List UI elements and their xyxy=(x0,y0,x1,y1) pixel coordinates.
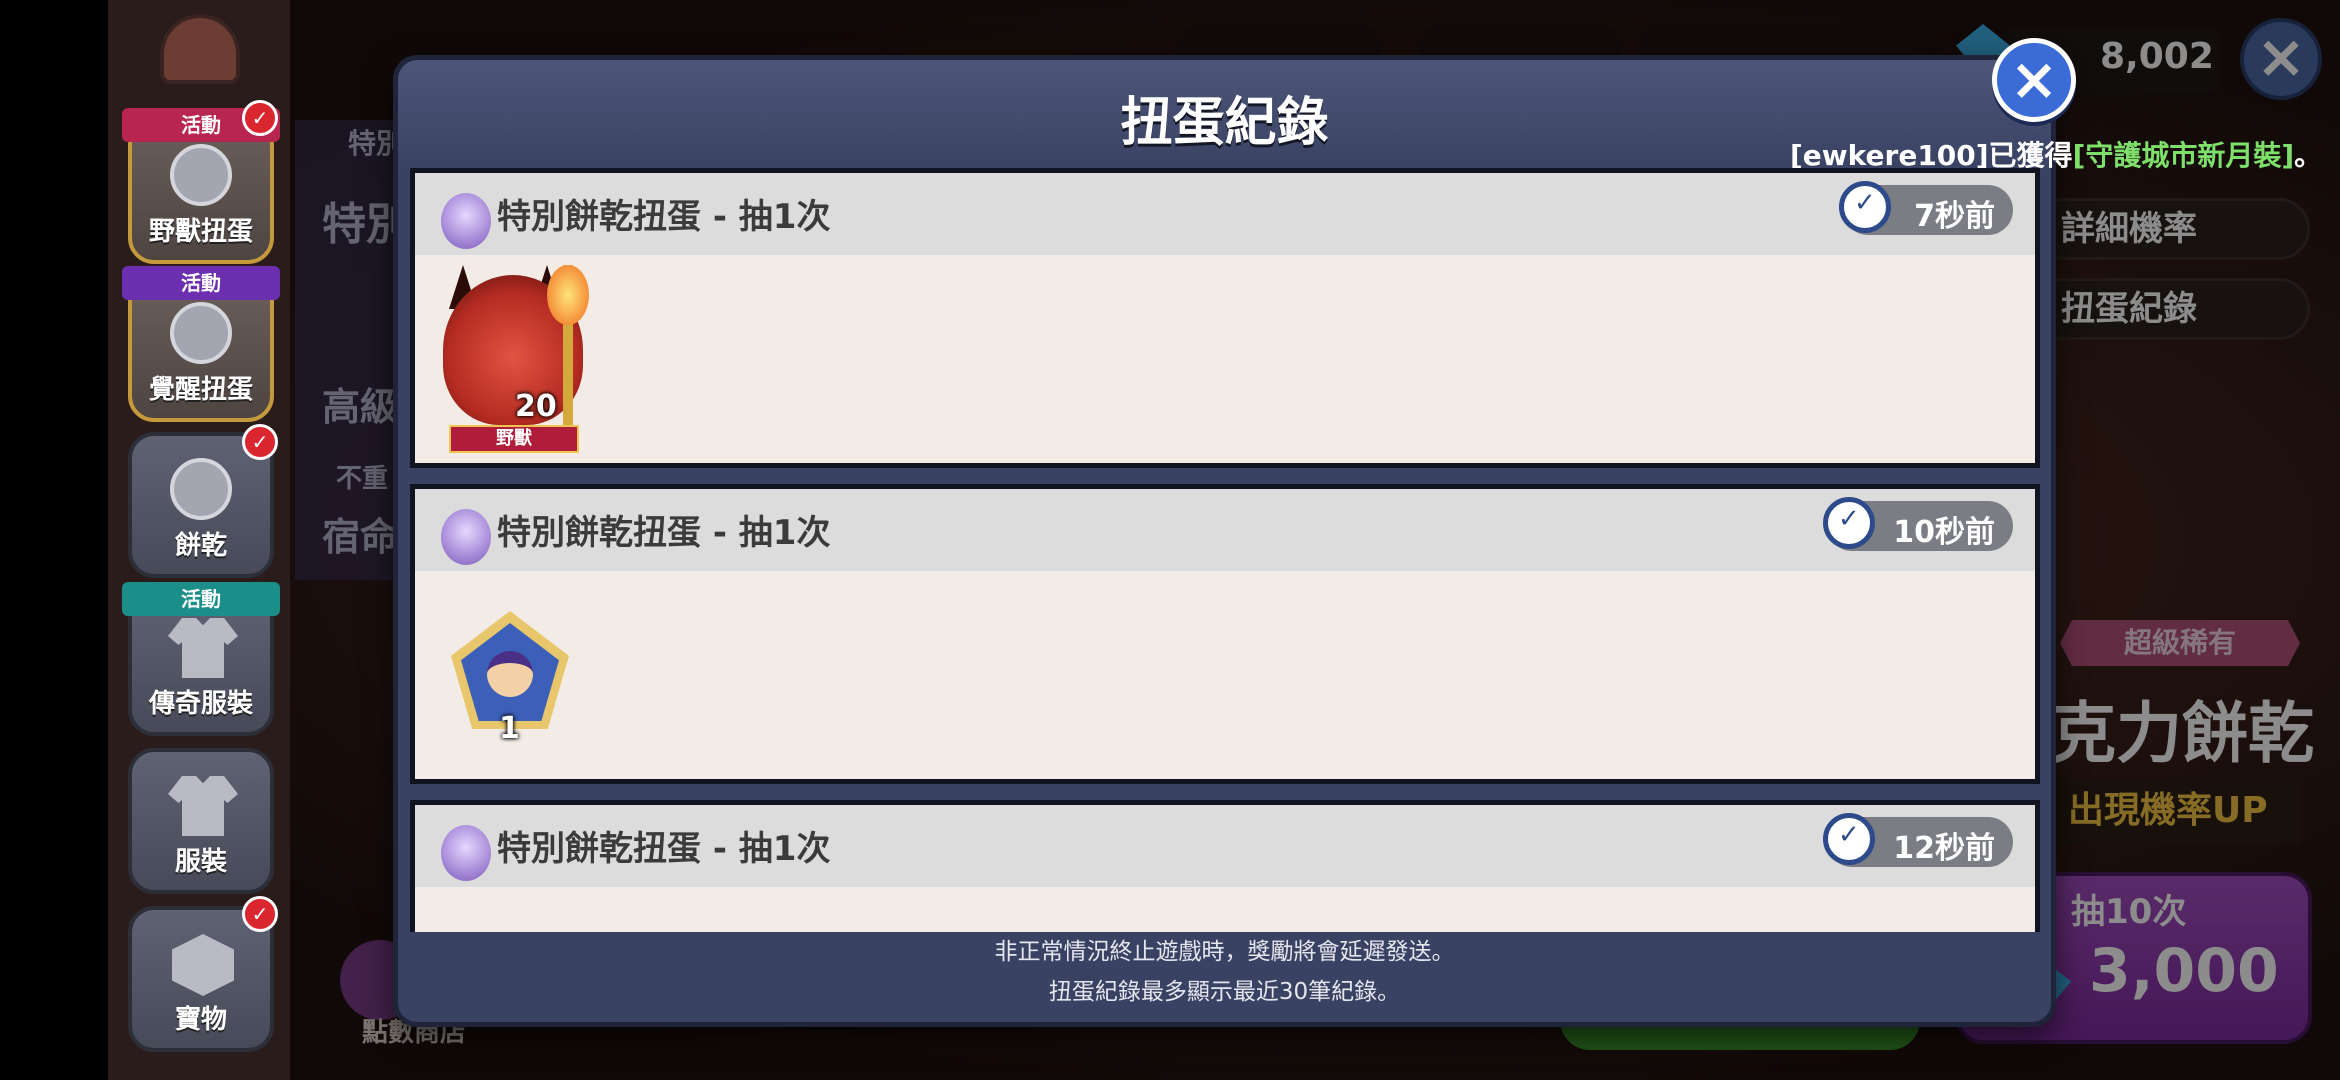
check-icon: ✓ xyxy=(242,424,278,460)
reward-cookie[interactable]: 20 野獸 xyxy=(423,265,599,455)
record-header: 特別餅乾扭蛋 - 抽1次 7秒前 xyxy=(415,173,2035,255)
record-header: 特別餅乾扭蛋 - 抽1次 10秒前 xyxy=(415,489,2035,571)
list-item: 特別餅乾扭蛋 - 抽1次 10秒前 1 xyxy=(410,484,2040,784)
record-time: 12秒前 xyxy=(1893,831,1995,866)
record-time: 7秒前 xyxy=(1914,199,1995,234)
treasure-icon xyxy=(172,934,234,996)
list-item: 特別餅乾扭蛋 - 抽1次 7秒前 20 野獸 xyxy=(410,168,2040,468)
clock-icon xyxy=(1823,497,1875,549)
gacha-icon xyxy=(441,193,491,249)
reward-count: 1 xyxy=(499,711,520,746)
sidebar-item-label: 覺醒扭蛋 xyxy=(148,375,253,405)
record-time: 10秒前 xyxy=(1893,515,1995,550)
sidebar-item-label: 服裝 xyxy=(174,847,227,877)
reward-soulstone[interactable]: 1 xyxy=(451,611,569,746)
left-margin xyxy=(0,0,108,1080)
reward-count: 20 xyxy=(515,389,557,424)
cookie-icon xyxy=(170,458,232,520)
shirt-icon xyxy=(168,776,238,836)
sidebar-item-label: 野獸扭蛋 xyxy=(148,217,253,247)
house-icon[interactable] xyxy=(160,14,240,84)
cookie-face xyxy=(487,651,533,697)
gacha-icon xyxy=(441,509,491,565)
sidebar-item-costume[interactable]: 服裝 xyxy=(128,748,274,894)
sidebar-item-label: 餅乾 xyxy=(174,531,227,561)
notice-suffix: 。 xyxy=(2294,139,2323,172)
modal-footer: 非正常情況終止遊戲時，獎勵將會延遲發送。 扭蛋紀錄最多顯示最近30筆紀錄。 xyxy=(398,932,2051,1022)
cookie-icon xyxy=(170,302,232,364)
clock-icon xyxy=(1839,181,1891,233)
gacha-icon xyxy=(441,825,491,881)
costume-icon xyxy=(168,618,238,678)
record-title: 特別餅乾扭蛋 - 抽1次 xyxy=(497,197,831,237)
check-icon: ✓ xyxy=(242,100,278,136)
footer-line-2: 扭蛋紀錄最多顯示最近30筆紀錄。 xyxy=(1048,979,1401,1005)
history-list[interactable]: 特別餅乾扭蛋 - 抽1次 7秒前 20 野獸 特別餅乾扭蛋 - 抽1次 10秒前 xyxy=(410,168,2040,932)
record-title: 特別餅乾扭蛋 - 抽1次 xyxy=(497,513,831,553)
time-badge: 12秒前 xyxy=(1823,813,2013,867)
footer-line-1: 非正常情況終止遊戲時，獎勵將會延遲發送。 xyxy=(994,939,1455,965)
sidebar-item-label: 傳奇服裝 xyxy=(148,689,253,719)
notice-item: [守護城市新月裝] xyxy=(2072,139,2295,172)
time-badge: 10秒前 xyxy=(1823,497,2013,551)
event-ribbon: 活動 xyxy=(122,582,280,616)
record-header: 特別餅乾扭蛋 - 抽1次 12秒前 xyxy=(415,805,2035,887)
modal-close-button[interactable]: × xyxy=(1992,38,2076,122)
flame xyxy=(547,265,589,325)
cookie-icon xyxy=(170,144,232,206)
clock-icon xyxy=(1823,813,1875,865)
sidebar-item-label: 寶物 xyxy=(174,1005,227,1035)
event-ribbon: 活動 xyxy=(122,266,280,300)
list-item: 特別餅乾扭蛋 - 抽1次 12秒前 xyxy=(410,800,2040,932)
record-title: 特別餅乾扭蛋 - 抽1次 xyxy=(497,829,831,869)
check-icon: ✓ xyxy=(242,896,278,932)
reward-tag: 野獸 xyxy=(449,425,579,453)
time-badge: 7秒前 xyxy=(1839,181,2013,235)
